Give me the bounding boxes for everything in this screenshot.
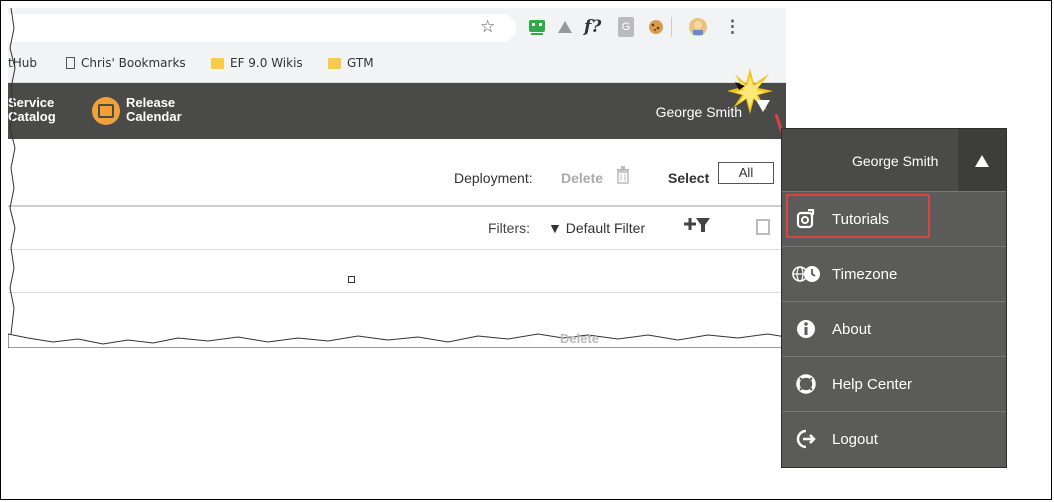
menu-item-label: Logout xyxy=(832,430,878,448)
menu-item-label: Help Center xyxy=(832,375,913,393)
torn-delete-text: Delete xyxy=(560,331,600,346)
torn-left-edge xyxy=(9,8,16,335)
menu-collapse-button[interactable] xyxy=(958,129,1006,191)
timezone-icon xyxy=(782,265,830,283)
info-icon xyxy=(782,319,830,339)
chevron-up-icon xyxy=(975,155,989,167)
torn-edge xyxy=(8,333,786,348)
menu-item-label: Timezone xyxy=(832,265,898,283)
browser-fragment: ☆ f? G ⋮ tHub Chris' Bookmarks EF 9.0 Wi… xyxy=(8,8,786,348)
menu-item-help-center[interactable]: Help Center xyxy=(782,356,1006,411)
menu-header: George Smith xyxy=(782,129,1006,191)
user-dropdown-menu: George Smith Tutorials Timezone About He… xyxy=(781,128,1007,468)
menu-item-label: About xyxy=(832,320,872,338)
menu-user-name: George Smith xyxy=(852,153,939,169)
logout-icon xyxy=(782,429,830,449)
menu-item-timezone[interactable]: Timezone xyxy=(782,246,1006,301)
user-menu-toggle[interactable] xyxy=(756,100,770,112)
lifebuoy-icon xyxy=(782,374,830,394)
menu-item-about[interactable]: About xyxy=(782,301,1006,356)
menu-item-logout[interactable]: Logout xyxy=(782,411,1006,466)
tutorials-highlight xyxy=(786,194,930,238)
